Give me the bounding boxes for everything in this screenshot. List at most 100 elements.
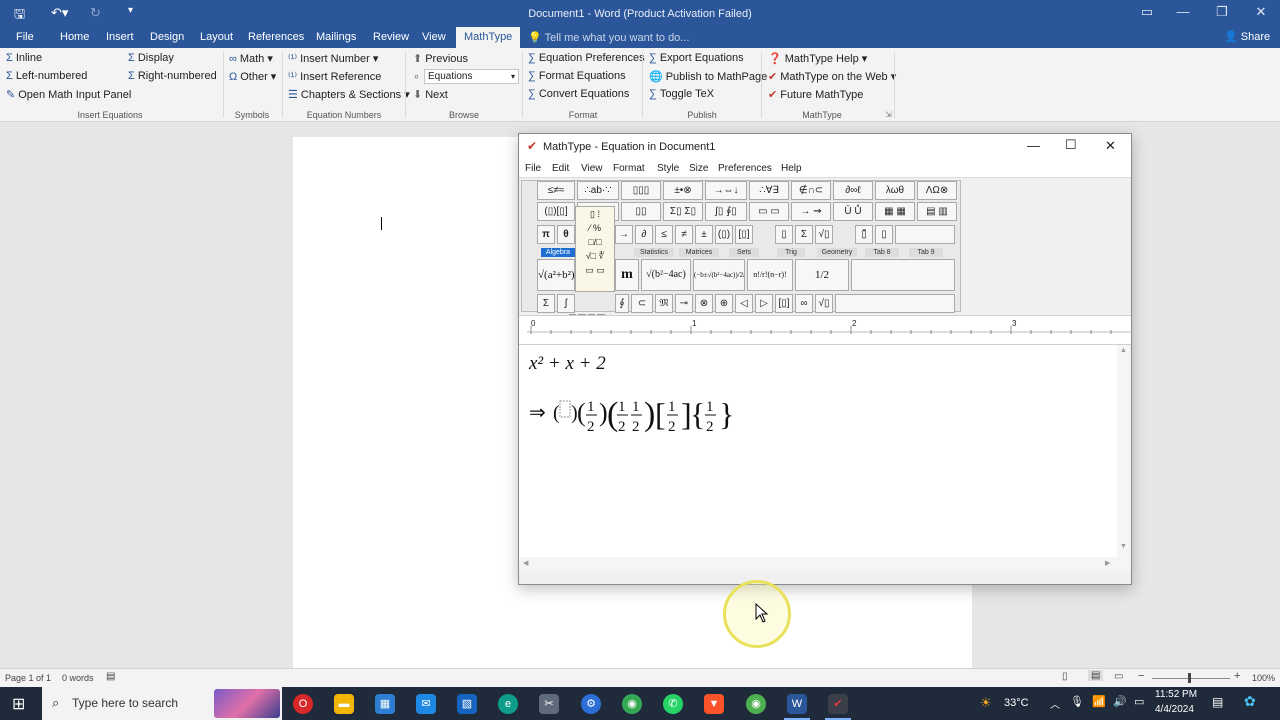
palette-labeled-arrows[interactable]: → ⇝ — [791, 202, 831, 221]
tab-review[interactable]: Review — [373, 31, 409, 43]
read-mode-icon[interactable]: ▯ — [1062, 671, 1068, 682]
weather-icon[interactable]: ☀ — [980, 695, 992, 711]
scroll-right-icon[interactable]: ▶ — [1105, 559, 1110, 567]
tab-trig[interactable]: Trig — [777, 248, 805, 257]
mt-menu-file[interactable]: File — [525, 163, 541, 174]
tab-8[interactable]: Tab 8 — [865, 248, 899, 257]
zoom-in-button[interactable]: + — [1234, 670, 1240, 682]
mt-close-button[interactable]: ✕ — [1105, 138, 1116, 154]
palette-sqrt-row5[interactable]: √▯ — [815, 294, 833, 313]
dialog-launcher-icon[interactable]: ⇲ — [885, 110, 892, 119]
mt-menu-help[interactable]: Help — [781, 163, 802, 174]
print-layout-icon[interactable]: ▤ — [1088, 670, 1104, 681]
tab-mathtype[interactable]: MathType — [456, 27, 521, 48]
fraction-option-icon[interactable]: □/□ — [576, 235, 614, 249]
tab-geometry[interactable]: Geometry — [817, 248, 857, 257]
web-layout-icon[interactable]: ▭ — [1114, 671, 1123, 682]
palette-otimes[interactable]: ⊗ — [695, 294, 713, 313]
mail-icon[interactable]: ✉ — [416, 694, 436, 714]
insert-number-button[interactable]: ⁽¹⁾ Insert Number ▾ — [288, 52, 378, 65]
palette-bracket-box[interactable]: [▯] — [775, 294, 793, 313]
left-numbered-button[interactable]: Σ Left-numbered — [6, 70, 87, 82]
future-mathtype-button[interactable]: ✔ Future MathType — [768, 88, 863, 101]
palette-empty-slot[interactable] — [895, 225, 955, 244]
share-button[interactable]: 👤 Share — [1224, 30, 1270, 43]
publish-mathpage-button[interactable]: 🌐 Publish to MathPage — [649, 70, 767, 83]
minimize-button[interactable]: — — [1172, 4, 1194, 19]
tab-layout[interactable]: Layout — [200, 31, 233, 43]
tab-9[interactable]: Tab 9 — [909, 248, 943, 257]
next-button[interactable]: ⬇ Next — [413, 88, 448, 101]
palette-subset[interactable]: ⊂ — [631, 294, 653, 313]
palette-arrows[interactable]: →⇔↓ — [705, 181, 747, 200]
convert-equations-button[interactable]: ∑ Convert Equations — [528, 88, 629, 100]
tell-me-search[interactable]: 💡 Tell me what you want to do... — [528, 31, 689, 44]
template-combination[interactable]: n!/r!(n−r)! — [747, 259, 793, 291]
palette-triangle-right[interactable]: ▷ — [755, 294, 773, 313]
mathtype-help-button[interactable]: ❓ MathType Help ▾ — [768, 52, 867, 65]
mt-menu-view[interactable]: View — [581, 163, 603, 174]
palette-partial[interactable]: ∂ — [635, 225, 653, 244]
palette-plusminus[interactable]: ± — [695, 225, 713, 244]
palette-sigma-small[interactable]: Σ — [795, 225, 813, 244]
tab-statistics[interactable]: Statistics — [634, 248, 674, 257]
palette-matrices[interactable]: ▦ ▦ — [875, 202, 915, 221]
tab-matrices[interactable]: Matrices — [679, 248, 719, 257]
vertical-scrollbar[interactable]: ▲ ▼ — [1117, 345, 1131, 557]
notifications-icon[interactable]: ▤ — [1212, 695, 1223, 709]
zoom-out-button[interactable]: − — [1138, 670, 1144, 682]
store-icon[interactable]: ▦ — [375, 694, 395, 714]
page-count[interactable]: Page 1 of 1 — [5, 673, 51, 683]
scroll-up-icon[interactable]: ▲ — [1120, 347, 1127, 354]
windows-start-icon[interactable]: ⊞ — [12, 694, 25, 714]
palette-overbar[interactable]: ▯̄ — [855, 225, 873, 244]
fraction-option-icon[interactable]: ⁄ % — [576, 221, 614, 235]
chapters-sections-button[interactable]: ☰ Chapters & Sections ▾ — [288, 88, 410, 101]
template-m[interactable]: m — [615, 259, 639, 291]
palette-box-small[interactable]: ▯ — [875, 225, 893, 244]
palette-sum-small[interactable]: Σ — [537, 294, 555, 313]
zoom-slider-thumb[interactable] — [1188, 673, 1191, 683]
tab-algebra[interactable]: Algebra — [541, 248, 575, 257]
palette-sets[interactable]: ∉∩⊂ — [791, 181, 831, 200]
scroll-left-icon[interactable]: ◀ — [523, 559, 528, 567]
format-equations-button[interactable]: ∑ Format Equations — [528, 70, 626, 82]
mt-minimize-button[interactable]: — — [1027, 138, 1040, 153]
file-explorer-icon[interactable]: ▬ — [334, 694, 354, 714]
mathtype-web-button[interactable]: ✔ MathType on the Web ▾ — [768, 70, 896, 83]
photos-icon[interactable]: ▧ — [457, 694, 477, 714]
restore-button[interactable]: ❐ — [1211, 4, 1233, 20]
template-discriminant[interactable]: √(b²−4ac) — [641, 259, 691, 291]
palette-leq[interactable]: ≤ — [655, 225, 673, 244]
palette-fraction-small[interactable]: ▯ — [775, 225, 793, 244]
close-button[interactable]: ✕ — [1250, 4, 1272, 20]
temperature[interactable]: 33°C — [1004, 697, 1029, 709]
tab-home[interactable]: Home — [60, 31, 89, 43]
template-half[interactable]: 1/2 — [795, 259, 849, 291]
fraction-option-icon[interactable]: ▯ ⁞ — [576, 207, 614, 221]
palette-multimap[interactable]: ⊸ — [675, 294, 693, 313]
microphone-icon[interactable]: 🎙 — [1070, 695, 1084, 708]
scroll-down-icon[interactable]: ▼ — [1120, 543, 1127, 550]
mathtype-ruler[interactable]: 0 1 2 3 — [519, 315, 1131, 345]
right-numbered-button[interactable]: Σ Right-numbered — [128, 70, 217, 82]
palette-products[interactable]: Ū Ů — [833, 202, 873, 221]
volume-icon[interactable]: 🔊 — [1113, 695, 1127, 708]
mt-menu-edit[interactable]: Edit — [552, 163, 569, 174]
palette-integral-small[interactable]: ∫ — [557, 294, 575, 313]
equation-editor-area[interactable]: x² + x + 2 ⇒ ( ) ( 1 2 ) ( 1 2 1 2 ) [1… — [519, 345, 1117, 648]
palette-greek-upper[interactable]: ΛΩ⊗ — [917, 181, 957, 200]
mt-menu-size[interactable]: Size — [689, 163, 708, 174]
fraction-option-icon[interactable]: ▭ ▭ — [576, 263, 614, 277]
mt-menu-preferences[interactable]: Preferences — [718, 163, 772, 174]
palette-spaces[interactable]: ∴ab·∵ — [577, 181, 619, 200]
browse-select[interactable]: Equations ▾ — [424, 69, 519, 84]
palette-theta[interactable]: θ — [557, 225, 575, 244]
open-math-input-button[interactable]: ✎ Open Math Input Panel — [6, 88, 131, 101]
whatsapp-icon[interactable]: ✆ — [663, 694, 683, 714]
palette-logic[interactable]: ∴∀∃ — [749, 181, 789, 200]
palette-brackets[interactable]: [▯] — [735, 225, 753, 244]
mt-maximize-button[interactable]: ☐ — [1065, 137, 1077, 153]
tab-design[interactable]: Design — [150, 31, 184, 43]
palette-pi[interactable]: π — [537, 225, 555, 244]
